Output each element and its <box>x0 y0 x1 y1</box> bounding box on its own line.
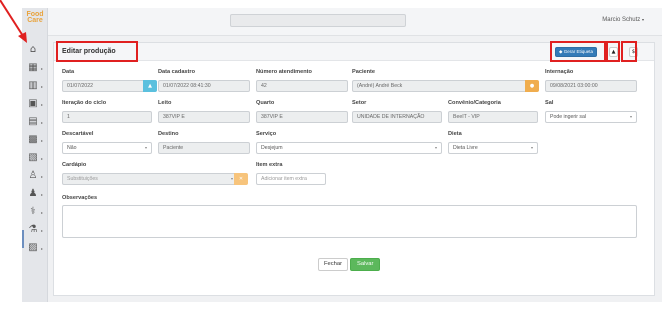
chevron-right-icon: ▸ <box>41 102 44 107</box>
dna-icon[interactable]: ⚕ <box>27 206 39 218</box>
annotation-box-warning <box>606 41 620 62</box>
numero-atendimento-field[interactable]: 42 <box>256 80 348 92</box>
internacao-label: Internação <box>545 69 574 75</box>
flask-icon[interactable]: ⚗ <box>27 224 39 236</box>
destino-field[interactable]: Paciente <box>158 142 250 154</box>
building-icon[interactable]: ▥ <box>27 80 39 92</box>
cardapio-label: Cardápio <box>62 162 87 168</box>
servico-select[interactable]: Desjejum ▾ <box>256 142 442 154</box>
chevron-right-icon: ▸ <box>41 210 44 215</box>
convenio-label: Convênio/Categoria <box>448 100 501 106</box>
numero-atendimento-label: Número atendimento <box>256 69 312 75</box>
main-content: Editar produção ◆ Gerar Etiqueta ▲ $ Dat… <box>48 36 662 302</box>
sal-label: Sal <box>545 100 554 106</box>
user-name: Marcio Schutz <box>602 17 641 23</box>
data-label: Data <box>62 69 75 75</box>
chevron-down-icon: ▾ <box>434 145 437 150</box>
chevron-right-icon: ▸ <box>41 120 44 125</box>
leito-label: Leito <box>158 100 172 106</box>
quarto-label: Quarto <box>256 100 275 106</box>
annotation-box-etiqueta <box>550 41 606 62</box>
user-menu[interactable]: Marcio Schutz ▾ <box>602 17 644 23</box>
machine-icon[interactable]: ▨ <box>27 242 39 254</box>
chevron-down-icon: ▾ <box>144 145 147 150</box>
calendar-icon[interactable]: ▣ <box>27 98 39 110</box>
users-icon[interactable]: ♙ <box>27 170 39 182</box>
chevron-right-icon: ▸ <box>41 228 44 233</box>
item-extra-input[interactable]: Adicionar item extra <box>256 173 326 185</box>
close-button[interactable]: Fechar <box>318 258 349 271</box>
edit-production-panel: Editar produção ◆ Gerar Etiqueta ▲ $ Dat… <box>53 42 655 296</box>
chevron-down-icon: ▾ <box>230 176 233 181</box>
chevron-right-icon: ▸ <box>41 66 44 71</box>
servico-label: Serviço <box>256 131 277 137</box>
dieta-label: Dieta <box>448 131 462 137</box>
files-icon[interactable]: ▧ <box>27 152 39 164</box>
chevron-right-icon: ▸ <box>41 174 44 179</box>
chevron-right-icon: ▸ <box>41 156 44 161</box>
data-cadastro-field[interactable]: 01/07/2022 08:41:30 <box>158 80 250 92</box>
sidebar-active-indicator <box>22 230 24 248</box>
hospital-icon[interactable]: ▩ <box>27 134 39 146</box>
cardapio-select[interactable]: Substituições ▾ <box>62 173 238 185</box>
dieta-select[interactable]: Dieta Livre ▾ <box>448 142 538 154</box>
annotation-box-dollar <box>621 41 637 62</box>
calendar-icon[interactable]: ▲ <box>143 80 157 92</box>
paciente-field[interactable]: (André) André Beck <box>352 80 538 92</box>
convenio-field[interactable]: BeeIT - VIP <box>448 111 538 123</box>
observacoes-label: Observações <box>62 195 98 201</box>
comment-icon[interactable]: ● <box>525 80 539 92</box>
top-bar: Marcio Schutz ▾ <box>48 8 662 36</box>
observacoes-textarea[interactable] <box>62 205 637 238</box>
paciente-label: Paciente <box>352 69 376 75</box>
chevron-down-icon: ▾ <box>629 114 632 119</box>
descartavel-select[interactable]: Não ▾ <box>62 142 152 154</box>
group-icon[interactable]: ♟ <box>27 188 39 200</box>
setor-field[interactable]: UNIDADE DE INTERNAÇÃO <box>352 111 442 123</box>
iteracao-ciclo-field[interactable]: 1 <box>62 111 152 123</box>
save-button[interactable]: Salvar <box>350 258 381 271</box>
chevron-down-icon: ▾ <box>530 145 533 150</box>
destino-label: Destino <box>158 131 179 137</box>
search-input[interactable] <box>230 14 406 27</box>
sal-select[interactable]: Pode ingerir sal ▾ <box>545 111 637 123</box>
setor-label: Setor <box>352 100 367 106</box>
annotation-box-title <box>56 41 138 62</box>
chevron-right-icon: ▸ <box>41 192 44 197</box>
descartavel-label: Descartável <box>62 131 94 137</box>
leito-field[interactable]: 387VIP E <box>158 111 250 123</box>
item-extra-label: Item extra <box>256 162 283 168</box>
data-field[interactable]: 01/07/2022 <box>62 80 145 92</box>
clear-icon[interactable]: ✕ <box>234 173 248 185</box>
quarto-field[interactable]: 387VIP E <box>256 111 348 123</box>
chevron-right-icon: ▸ <box>41 246 44 251</box>
sidebar: Food Care ⌂ ▦ ▸ ▥ ▸ ▣ ▸ ▤ ▸ ▩ ▸ ▧ ▸ ♙ ▸ ♟ ▸ ⚕ ▸ ⚗ ▸ ▨ ▸ <box>22 8 48 302</box>
document-icon[interactable]: ▤ <box>27 116 39 128</box>
data-cadastro-label: Data cadastro <box>158 69 195 75</box>
grid-icon[interactable]: ▦ <box>27 62 39 74</box>
internacao-field[interactable]: 09/08/2021 03:00:00 <box>545 80 637 92</box>
app-logo[interactable]: Food Care <box>24 11 46 24</box>
home-icon[interactable]: ⌂ <box>27 44 39 56</box>
chevron-right-icon: ▸ <box>41 138 44 143</box>
iteracao-ciclo-label: Iteração do ciclo <box>62 100 107 106</box>
chevron-down-icon: ▾ <box>641 17 644 22</box>
chevron-right-icon: ▸ <box>41 84 44 89</box>
